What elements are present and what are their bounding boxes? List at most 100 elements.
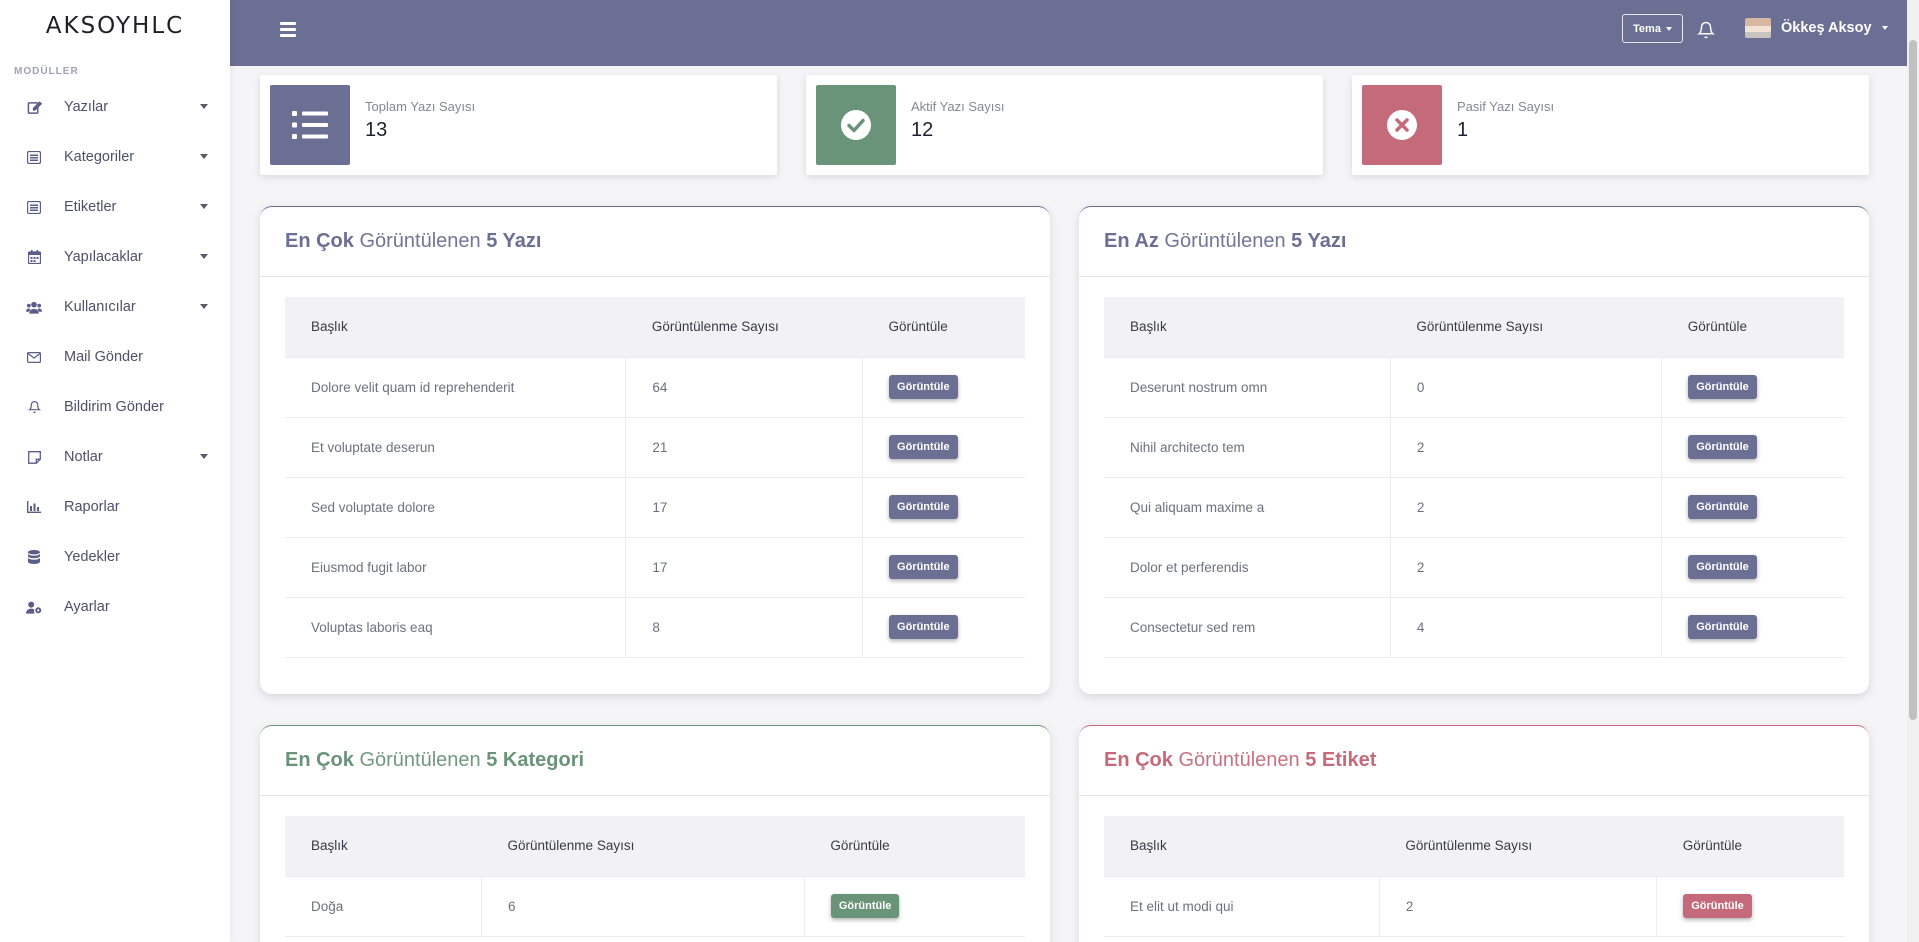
view-button[interactable]: Görüntüle [1688, 375, 1757, 399]
data-table: Başlık Görüntülenme Sayısı Görüntüle Doğa 6 G… [285, 816, 1025, 937]
sidebar-item-label: Mail Gönder [64, 349, 143, 365]
sidebar-item-kategoriler[interactable]: Kategoriler [0, 132, 230, 182]
row-views: 0 [1390, 356, 1663, 417]
stat-value: 12 [911, 119, 934, 141]
table-row: Dolore velit quam id reprehenderit 64 Görü… [285, 356, 1025, 417]
sidebar-item-ayarlar[interactable]: Ayarlar [0, 582, 230, 632]
view-button[interactable]: Görüntüle [1688, 435, 1757, 459]
theme-dropdown-button[interactable]: Tema [1622, 14, 1683, 43]
row-title: Sed voluptate dolore [285, 476, 627, 537]
brand-logo[interactable]: AKSOYHLC [0, 0, 230, 52]
view-button[interactable]: Görüntüle [889, 375, 958, 399]
card-title-part: Görüntülenen [1172, 749, 1306, 771]
sidebar-item-label: Yedekler [64, 549, 120, 565]
row-action-cell: Görüntüle [1661, 356, 1844, 417]
calendar-icon [26, 249, 42, 265]
card-title: En Çok Görüntülenen 5 Kategori [260, 726, 1050, 796]
table-card-most-viewed-categories: En Çok Görüntülenen 5 Kategori Başlık Görü… [260, 725, 1050, 942]
chevron-down-icon [200, 154, 208, 159]
row-action-cell: Görüntüle [862, 596, 1025, 657]
view-button[interactable]: Görüntüle [889, 555, 958, 579]
row-title: Deserunt nostrum omn [1104, 356, 1391, 417]
sidebar-section-heading: MODÜLLER [14, 66, 79, 77]
row-action-cell: Görüntüle [862, 476, 1025, 537]
sidebar-item-yapılacaklar[interactable]: Yapılacaklar [0, 232, 230, 282]
view-button[interactable]: Görüntüle [889, 435, 958, 459]
card-title-part: 5 Etiket [1305, 749, 1377, 771]
sticky-note-icon [26, 449, 42, 465]
column-header: Görüntülenme Sayısı [1405, 838, 1533, 854]
sidebar-item-kullanıcılar[interactable]: Kullanıcılar [0, 282, 230, 332]
column-header: Görüntülenme Sayısı [507, 838, 635, 854]
sidebar-item-label: Ayarlar [64, 599, 110, 615]
user-cog-icon [26, 599, 42, 615]
row-action-cell: Görüntüle [1661, 596, 1844, 657]
scrollbar-thumb[interactable] [1909, 40, 1917, 720]
column-header: Görüntüle [888, 319, 948, 335]
row-views: 17 [625, 476, 864, 537]
row-title: Consectetur sed rem [1104, 596, 1391, 657]
chevron-down-icon [1665, 26, 1672, 31]
row-title: Nihil architecto tem [1104, 416, 1391, 477]
row-title: Et voluptate deserun [285, 416, 627, 477]
view-button[interactable]: Görüntüle [889, 495, 958, 519]
card-title-part: En Az [1104, 230, 1159, 252]
table-card-least-viewed-posts: En Az Görüntülenen 5 Yazı Başlık Görüntüle… [1079, 206, 1869, 694]
sidebar-item-yedekler[interactable]: Yedekler [0, 532, 230, 582]
column-header: Görüntülenme Sayısı [651, 319, 779, 335]
row-views: 6 [481, 875, 805, 936]
bell-icon [26, 399, 42, 415]
column-header: Başlık [1130, 838, 1167, 854]
row-views: 4 [1390, 596, 1663, 657]
row-action-cell: Görüntüle [862, 536, 1025, 597]
chevron-down-icon [1881, 26, 1888, 30]
users-icon [26, 299, 42, 315]
sidebar-item-notlar[interactable]: Notlar [0, 432, 230, 482]
sidebar-item-label: Etiketler [64, 199, 117, 215]
bell-icon[interactable] [1697, 20, 1715, 40]
column-header: Başlık [1130, 319, 1167, 335]
card-title: En Çok Görüntülenen 5 Etiket [1079, 726, 1869, 796]
sidebar-item-yazılar[interactable]: Yazılar [0, 82, 230, 132]
view-button[interactable]: Görüntüle [1683, 894, 1752, 918]
card-title: En Çok Görüntülenen 5 Yazı [260, 207, 1050, 277]
chevron-down-icon [200, 204, 208, 209]
stat-label: Toplam Yazı Sayısı [365, 99, 476, 114]
card-title-part: 5 Yazı [486, 230, 542, 252]
row-title: Et elit ut modi qui [1104, 875, 1380, 936]
user-menu[interactable]: Ökkeş Aksoy [1745, 18, 1888, 38]
card-title: En Az Görüntülenen 5 Yazı [1079, 207, 1869, 277]
sidebar-item-bildirim-gönder[interactable]: Bildirim Gönder [0, 382, 230, 432]
view-button[interactable]: Görüntüle [1688, 555, 1757, 579]
table-row: Et elit ut modi qui 2 Görüntüle [1104, 875, 1844, 936]
edit-icon [26, 99, 42, 115]
view-button[interactable]: Görüntüle [830, 894, 900, 918]
row-views: 21 [625, 416, 864, 477]
sidebar-item-mail-gönder[interactable]: Mail Gönder [0, 332, 230, 382]
sidebar-item-label: Yapılacaklar [64, 249, 143, 265]
hamburger-menu-icon[interactable] [280, 22, 296, 37]
table-row: Dolor et perferendis 2 Görüntüle [1104, 536, 1844, 597]
row-title: Dolor et perferendis [1104, 536, 1391, 597]
stat-label: Aktif Yazı Sayısı [911, 99, 1005, 114]
row-views: 2 [1379, 875, 1658, 936]
card-title-part: Görüntülenen [1158, 230, 1292, 252]
bar-chart-icon [26, 499, 42, 515]
user-name: Ökkeş Aksoy [1781, 20, 1872, 36]
view-button[interactable]: Görüntüle [889, 615, 958, 639]
theme-label: Tema [1633, 22, 1661, 35]
column-header: Görüntüle [1687, 319, 1748, 335]
view-button[interactable]: Görüntüle [1688, 495, 1757, 519]
stat-card-active: Aktif Yazı Sayısı 12 [806, 75, 1323, 175]
check-circle-icon [816, 85, 896, 165]
table-row: Doğa 6 Görüntüle [285, 875, 1025, 936]
sidebar-item-label: Raporlar [64, 499, 120, 515]
table-card-most-viewed-tags: En Çok Görüntülenen 5 Etiket Başlık Görünt… [1079, 725, 1869, 942]
chevron-down-icon [200, 304, 208, 309]
view-button[interactable]: Görüntüle [1688, 615, 1757, 639]
stat-label: Pasif Yazı Sayısı [1457, 99, 1555, 114]
sidebar-item-etiketler[interactable]: Etiketler [0, 182, 230, 232]
sidebar-item-raporlar[interactable]: Raporlar [0, 482, 230, 532]
stat-card-passive: Pasif Yazı Sayısı 1 [1352, 75, 1869, 175]
scrollbar[interactable] [1907, 0, 1919, 942]
